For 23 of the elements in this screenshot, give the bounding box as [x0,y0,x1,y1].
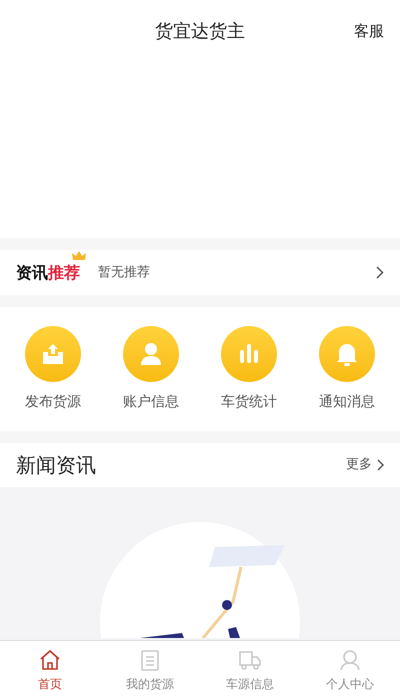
section-title: 新闻资讯 [16,452,96,479]
document-icon [139,648,161,670]
recommend-title: 资讯推荐 [16,262,80,284]
tab-bar-item[interactable]: 个人中心 [300,641,400,700]
tab-bar-item[interactable]: 车源信息 [200,641,300,700]
tab-bar-item[interactable]: 我的货源 [100,641,200,700]
chevron-right-icon [376,266,384,279]
tab-bar-item[interactable]: 首页 [0,641,100,700]
shortcut-button[interactable]: 通知消息 [302,326,392,412]
chevron-right-icon [377,459,384,471]
recommend-text: 暂无推荐 [98,264,150,282]
shortcut-button[interactable]: 车货统计 [204,326,294,412]
user-icon [339,648,361,670]
shortcut-button[interactable]: 发布货源 [8,326,98,412]
page-title: 货宜达货主 [155,20,245,44]
crown-icon [72,250,86,260]
truck-icon [238,648,262,670]
user-icon [138,340,164,366]
shortcut-button[interactable]: 账户信息 [106,326,196,412]
home-icon [39,648,61,670]
recommend-bar[interactable]: 资讯推荐 暂无推荐 [0,250,400,295]
customer-service-button[interactable]: 客服 [354,20,384,42]
more-link[interactable]: 更多 [346,455,384,475]
